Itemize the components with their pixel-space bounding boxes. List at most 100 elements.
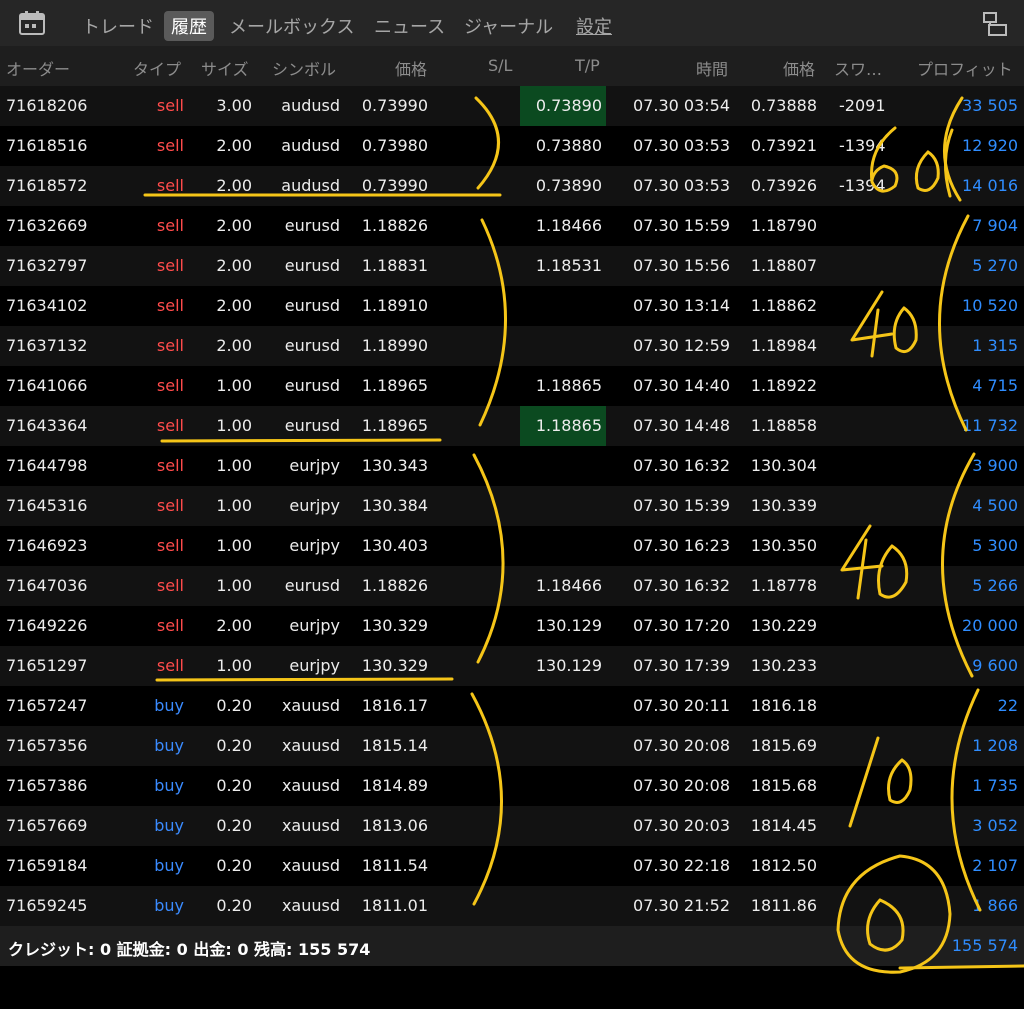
tab-mailbox[interactable]: メールボックス bbox=[229, 13, 354, 39]
trade-size: 2.00 bbox=[216, 176, 252, 195]
table-row[interactable]: 71618516 sell 2.00 audusd 0.73980 0.73880 07.3… bbox=[0, 126, 1024, 166]
symbol: eurusd bbox=[284, 416, 340, 435]
table-row[interactable]: 71637132 sell 2.00 eurusd 1.18990 07.30 12:59… bbox=[0, 326, 1024, 366]
close-price: 1815.68 bbox=[750, 776, 817, 795]
open-price: 130.343 bbox=[361, 456, 428, 475]
table-row[interactable]: 71651297 sell 1.00 eurjpy 130.329 130.129 07.3… bbox=[0, 646, 1024, 686]
swap: -1394 bbox=[839, 176, 886, 195]
profit: 3 052 bbox=[972, 816, 1018, 835]
col-sl[interactable]: S/L bbox=[488, 56, 512, 75]
col-price[interactable]: 価格 bbox=[395, 56, 427, 80]
trade-size: 2.00 bbox=[216, 616, 252, 635]
col-order[interactable]: オーダー bbox=[6, 56, 70, 80]
table-row[interactable]: 71618206 sell 3.00 audusd 0.73990 0.73890 07.3… bbox=[0, 86, 1024, 126]
symbol: audusd bbox=[281, 176, 340, 195]
trade-size: 1.00 bbox=[216, 456, 252, 475]
table-row[interactable]: 71657386 buy 0.20 xauusd 1814.89 07.30 20:08 1… bbox=[0, 766, 1024, 806]
close-time: 07.30 17:20 bbox=[633, 616, 730, 635]
order-id: 71646923 bbox=[6, 536, 88, 555]
symbol: eurusd bbox=[284, 336, 340, 355]
take-profit: 1.18531 bbox=[535, 256, 602, 275]
table-row[interactable]: 71657356 buy 0.20 xauusd 1815.14 07.30 20:08 1… bbox=[0, 726, 1024, 766]
table-row[interactable]: 71657247 buy 0.20 xauusd 1816.17 07.30 20:11 1… bbox=[0, 686, 1024, 726]
swap: -1394 bbox=[839, 136, 886, 155]
symbol: xauusd bbox=[281, 696, 340, 715]
close-price: 1811.86 bbox=[750, 896, 817, 915]
trade-type: buy bbox=[154, 896, 184, 915]
close-time: 07.30 15:39 bbox=[633, 496, 730, 515]
col-close-price[interactable]: 価格 bbox=[783, 56, 815, 80]
open-price: 130.384 bbox=[361, 496, 428, 515]
close-price: 1815.69 bbox=[750, 736, 817, 755]
col-size[interactable]: サイズ bbox=[201, 56, 249, 80]
tab-journal[interactable]: ジャーナル bbox=[464, 13, 553, 39]
tab-settings[interactable]: 設定 bbox=[576, 13, 612, 39]
symbol: eurusd bbox=[284, 256, 340, 275]
order-id: 71659184 bbox=[6, 856, 88, 875]
table-row[interactable]: 71634102 sell 2.00 eurusd 1.18910 07.30 13:14… bbox=[0, 286, 1024, 326]
tab-news[interactable]: ニュース bbox=[374, 13, 445, 39]
col-tp[interactable]: T/P bbox=[575, 56, 600, 75]
profit: 14 016 bbox=[962, 176, 1018, 195]
trade-type: sell bbox=[156, 496, 184, 515]
table-header: オーダー タイプ サイズ シンボル 価格 S/L T/P 時間 価格 スワ… プ… bbox=[0, 46, 1024, 86]
table-row[interactable]: 71657669 buy 0.20 xauusd 1813.06 07.30 20:03 1… bbox=[0, 806, 1024, 846]
col-time[interactable]: 時間 bbox=[696, 56, 728, 80]
order-id: 71632669 bbox=[6, 216, 88, 235]
trade-type: sell bbox=[156, 456, 184, 475]
close-price: 1.18858 bbox=[750, 416, 817, 435]
table-row[interactable]: 71647036 sell 1.00 eurusd 1.18826 1.18466 07.3… bbox=[0, 566, 1024, 606]
trade-type: sell bbox=[156, 576, 184, 595]
trade-history-table: 71618206 sell 3.00 audusd 0.73990 0.73890 07.3… bbox=[0, 86, 1024, 926]
close-time: 07.30 13:14 bbox=[633, 296, 730, 315]
open-price: 1814.89 bbox=[361, 776, 428, 795]
table-row[interactable]: 71644798 sell 1.00 eurjpy 130.343 07.30 16:32… bbox=[0, 446, 1024, 486]
table-row[interactable]: 71641066 sell 1.00 eurusd 1.18965 1.18865 07.3… bbox=[0, 366, 1024, 406]
close-time: 07.30 03:53 bbox=[633, 176, 730, 195]
table-row[interactable]: 71632669 sell 2.00 eurusd 1.18826 1.18466 07.3… bbox=[0, 206, 1024, 246]
close-price: 1.18778 bbox=[750, 576, 817, 595]
close-time: 07.30 17:39 bbox=[633, 656, 730, 675]
col-type[interactable]: タイプ bbox=[133, 56, 181, 80]
open-price: 1813.06 bbox=[361, 816, 428, 835]
col-profit[interactable]: プロフィット bbox=[917, 56, 1013, 80]
order-id: 71657356 bbox=[6, 736, 88, 755]
split-view-icon[interactable] bbox=[982, 11, 1008, 37]
profit: 22 bbox=[997, 696, 1018, 715]
table-row[interactable]: 71643364 sell 1.00 eurusd 1.18965 1.18865 07.3… bbox=[0, 406, 1024, 446]
profit: 1 866 bbox=[972, 896, 1018, 915]
trade-size: 1.00 bbox=[216, 376, 252, 395]
trade-type: sell bbox=[156, 376, 184, 395]
trade-type: sell bbox=[156, 216, 184, 235]
symbol: audusd bbox=[281, 96, 340, 115]
symbol: xauusd bbox=[281, 896, 340, 915]
open-price: 0.73980 bbox=[361, 136, 428, 155]
col-symbol[interactable]: シンボル bbox=[272, 56, 336, 80]
close-time: 07.30 22:18 bbox=[633, 856, 730, 875]
open-price: 1.18990 bbox=[361, 336, 428, 355]
trade-size: 1.00 bbox=[216, 416, 252, 435]
table-row[interactable]: 71618572 sell 2.00 audusd 0.73990 0.73890 07.3… bbox=[0, 166, 1024, 206]
table-row[interactable]: 71645316 sell 1.00 eurjpy 130.384 07.30 15:39… bbox=[0, 486, 1024, 526]
order-id: 71618206 bbox=[6, 96, 88, 115]
table-row[interactable]: 71659245 buy 0.20 xauusd 1811.01 07.30 21:52 1… bbox=[0, 886, 1024, 926]
order-id: 71618516 bbox=[6, 136, 88, 155]
profit: 12 920 bbox=[962, 136, 1018, 155]
table-row[interactable]: 71646923 sell 1.00 eurjpy 130.403 07.30 16:23… bbox=[0, 526, 1024, 566]
table-row[interactable]: 71659184 buy 0.20 xauusd 1811.54 07.30 22:18 1… bbox=[0, 846, 1024, 886]
underline-stroke bbox=[898, 964, 1024, 970]
trade-size: 1.00 bbox=[216, 536, 252, 555]
symbol: xauusd bbox=[281, 776, 340, 795]
tab-history[interactable]: 履歴 bbox=[164, 11, 214, 41]
symbol: xauusd bbox=[281, 856, 340, 875]
table-row[interactable]: 71632797 sell 2.00 eurusd 1.18831 1.18531 07.3… bbox=[0, 246, 1024, 286]
table-row[interactable]: 71649226 sell 2.00 eurjpy 130.329 130.129 07.3… bbox=[0, 606, 1024, 646]
order-id: 71647036 bbox=[6, 576, 88, 595]
symbol: eurusd bbox=[284, 296, 340, 315]
col-swap[interactable]: スワ… bbox=[834, 56, 882, 80]
open-price: 1.18910 bbox=[361, 296, 428, 315]
tab-trade[interactable]: トレード bbox=[82, 13, 154, 39]
calendar-icon[interactable] bbox=[18, 10, 46, 36]
take-profit: 0.73890 bbox=[535, 96, 602, 115]
open-price: 0.73990 bbox=[361, 96, 428, 115]
